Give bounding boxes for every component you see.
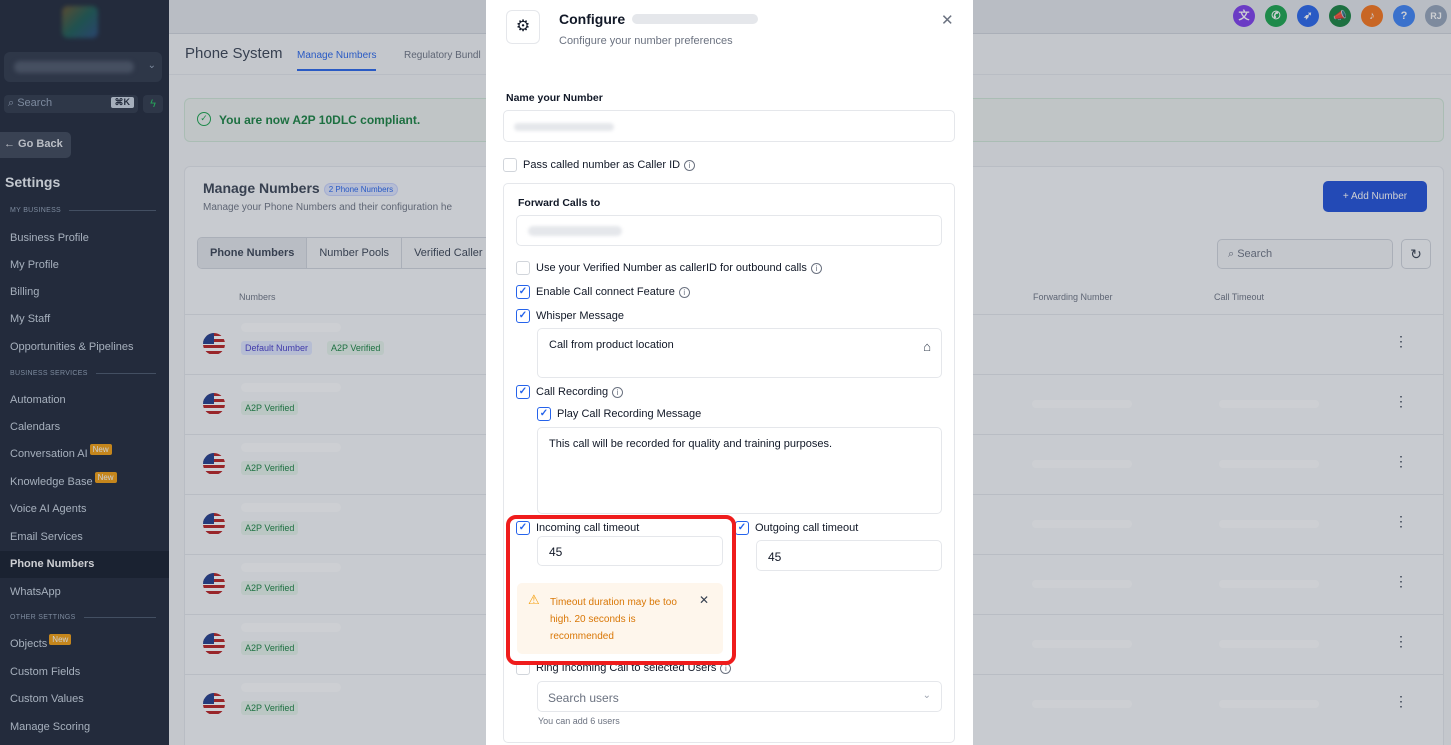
number-name-input[interactable] (503, 110, 955, 142)
search-users-select[interactable]: Search users ⌄ (537, 681, 942, 712)
info-icon: i (684, 159, 696, 171)
outgoing-timeout-label: Outgoing call timeout (755, 522, 859, 534)
call-connect-label: Enable Call connect Feature i (536, 286, 690, 298)
gear-icon: ⚙ (506, 10, 540, 44)
close-icon[interactable]: ✕ (941, 11, 954, 29)
whisper-message-input[interactable]: Call from product location ⌂ (537, 328, 942, 378)
chevron-down-icon: ⌄ (922, 690, 931, 701)
pass-caller-id-checkbox[interactable] (503, 158, 517, 172)
redacted-number (632, 14, 758, 24)
forward-label: Forward Calls to (518, 197, 601, 209)
tag-icon[interactable]: ⌂ (923, 339, 931, 354)
outgoing-timeout-checkbox[interactable]: ✓ (735, 521, 749, 535)
forward-number-input[interactable] (516, 215, 942, 246)
highlight-annotation (506, 515, 736, 665)
play-recording-label: Play Call Recording Message (557, 408, 702, 420)
recording-message-input[interactable]: This call will be recorded for quality a… (537, 427, 942, 514)
modal-subtitle: Configure your number preferences (559, 35, 733, 47)
verified-callerid-checkbox[interactable] (516, 261, 530, 275)
users-hint: You can add 6 users (538, 716, 620, 726)
whisper-checkbox[interactable]: ✓ (516, 309, 530, 323)
info-icon: i (810, 262, 822, 274)
call-recording-checkbox[interactable]: ✓ (516, 385, 530, 399)
info-icon: i (612, 386, 624, 398)
verified-callerid-label: Use your Verified Number as callerID for… (536, 262, 822, 274)
name-label: Name your Number (506, 92, 603, 104)
outgoing-timeout-input[interactable]: 45 (756, 540, 942, 571)
call-recording-label: Call Recording i (536, 386, 624, 398)
info-icon: i (678, 286, 690, 298)
pass-caller-id-label: Pass called number as Caller ID i (523, 159, 696, 171)
call-connect-checkbox[interactable]: ✓ (516, 285, 530, 299)
play-recording-checkbox[interactable]: ✓ (537, 407, 551, 421)
whisper-label: Whisper Message (536, 310, 625, 322)
modal-title: Configure (559, 11, 626, 27)
